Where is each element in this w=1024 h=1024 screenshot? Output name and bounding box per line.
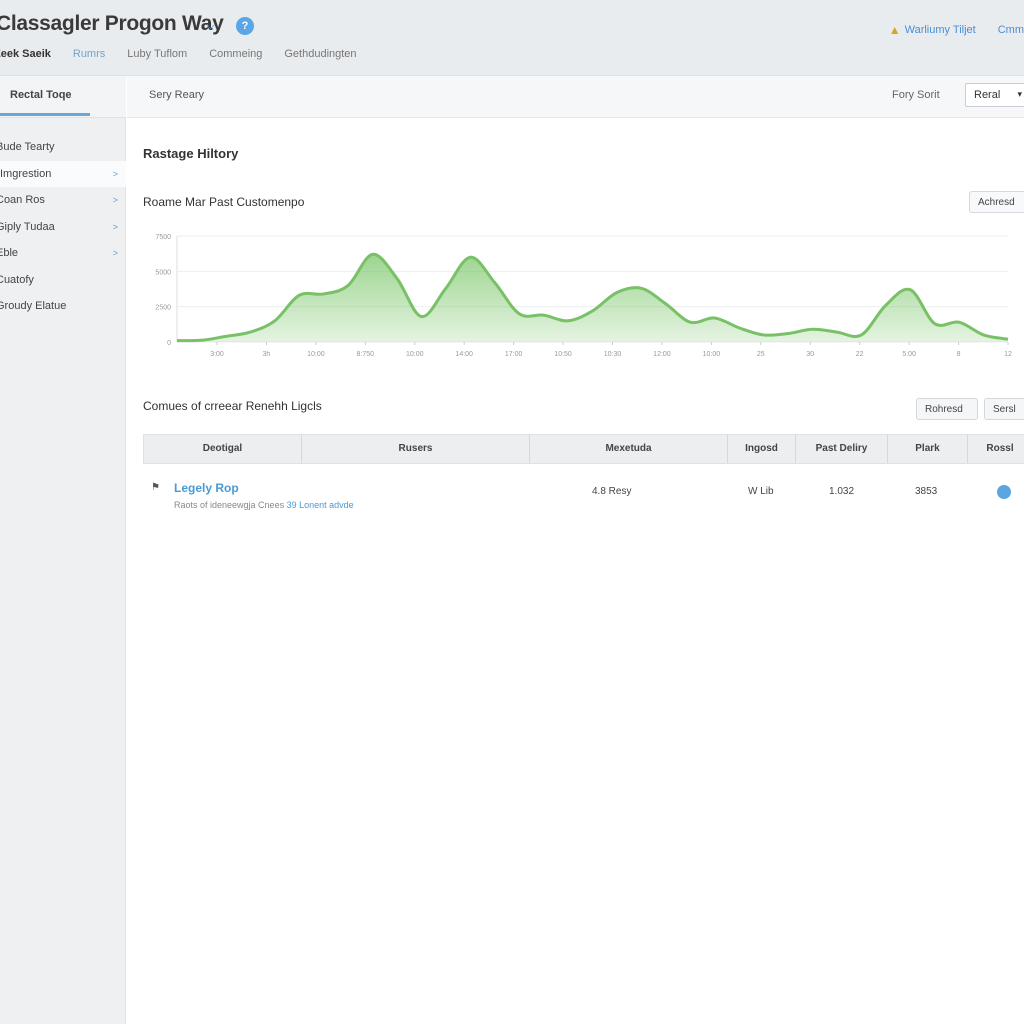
cell-plark: 3853	[915, 486, 938, 497]
y-tick-label: 0	[167, 340, 171, 347]
area-fill	[177, 254, 1008, 342]
sidebar-item[interactable]: Imgrestion >	[0, 160, 126, 187]
top-bar: Classagler Progon Way ⌵ ? Zeek Saeik Rum…	[0, 0, 1024, 76]
row-name-link[interactable]: Legely Rop	[174, 481, 239, 495]
column-header[interactable]: Ingosd	[728, 435, 796, 463]
app-title: Classagler Progon Way	[0, 12, 224, 35]
active-tab-indicator	[0, 113, 90, 116]
sort-select[interactable]: Reral ▾	[965, 83, 1024, 107]
sidebar-item-label: Coan Ros	[0, 194, 45, 206]
main-content: Rastage Hiltory Roame Mar Past Customenp…	[127, 118, 1024, 1024]
chart-svg: 0 2500 5000 7500 3:00 3h 10:00 8:750 10:00 14:00 1…	[155, 234, 1012, 358]
top-right-links: ▲ Warliumy Tiljet Cmm	[889, 23, 1024, 37]
column-header[interactable]: Rusers	[302, 435, 530, 463]
x-tick-label: 14:00	[455, 351, 473, 358]
column-header[interactable]: Plark	[888, 435, 968, 463]
x-tick-label: 10:30	[604, 351, 622, 358]
sort-label: Fory Sorit	[892, 89, 940, 101]
chevron-right-icon: >	[112, 168, 118, 179]
top-nav-item[interactable]: Commeing	[209, 48, 262, 60]
top-nav-item[interactable]: Rumrs	[73, 48, 105, 60]
x-tick-label: 3h	[263, 351, 271, 358]
x-tick-label: 25	[757, 351, 765, 358]
sidebar-item[interactable]: Cuatofy	[0, 267, 126, 294]
column-header[interactable]: Deotigal	[144, 435, 302, 463]
x-tick-label: 17:00	[505, 351, 523, 358]
column-header[interactable]: Past Deliry	[796, 435, 888, 463]
caret-down-icon: ▾	[1017, 89, 1022, 99]
sidebar-item-label: Groudy Elatue	[0, 300, 67, 312]
sort-select-value: Reral	[974, 89, 1001, 101]
y-tick-label: 2500	[155, 305, 171, 312]
cell-past-deliry: 1.032	[829, 486, 855, 497]
sidebar-item-label: Giply Tudaa	[0, 220, 55, 233]
chart-title: Roame Mar Past Customenpo	[143, 195, 305, 209]
sidebar-item[interactable]: Bude Tearty	[0, 134, 126, 161]
sub-header: Sery Reary Fory Sorit Reral ▾	[127, 76, 1024, 118]
sidebar-item[interactable]: Giply Tudaa >	[0, 214, 126, 241]
breadcrumb[interactable]: Sery Reary	[149, 89, 204, 101]
cell-ingosd: W Lib	[748, 486, 774, 497]
top-nav-item[interactable]: Luby Tuflom	[127, 48, 187, 60]
table-action-button[interactable]: Rohresd	[916, 398, 978, 420]
chart-action-button[interactable]: Achresd	[969, 191, 1024, 213]
help-icon[interactable]: ?	[236, 17, 254, 35]
sidebar-item[interactable]: Eble >	[0, 240, 126, 267]
top-right-link[interactable]: Warliumy Tiljet	[905, 24, 976, 36]
sidebar-item-label: Bude Tearty	[0, 141, 55, 153]
row-subtext-link[interactable]: 39 Lonent advde	[287, 500, 354, 510]
sidebar: Rectal Toqe Bude Tearty Imgrestion > Coan…	[0, 76, 126, 1024]
row-subtext-label: Raots of ideneewgja Cnees	[174, 500, 285, 510]
row-subtext: Raots of ideneewgja Cnees 39 Lonent advd…	[174, 500, 354, 510]
sidebar-tab-label: Rectal Toqe	[10, 89, 72, 101]
sidebar-list: Bude Tearty Imgrestion > Coan Ros > Giply …	[0, 134, 126, 320]
chevron-right-icon: >	[112, 195, 118, 205]
x-tick-label: 8	[957, 351, 961, 358]
chevron-right-icon: >	[112, 221, 118, 232]
table-header: Deotigal Rusers Mexetuda Ingosd Past Del…	[143, 434, 1024, 464]
table-title: Comues of crreear Renehh Ligcls	[143, 399, 322, 413]
y-tick-label: 7500	[155, 234, 171, 241]
warning-icon: ▲	[888, 23, 901, 37]
x-tick-label: 8:750	[357, 351, 375, 358]
flag-icon: ⚑	[151, 482, 160, 493]
x-tick-label: 10:00	[406, 351, 424, 358]
chevron-down-icon[interactable]: ⌵	[206, 18, 215, 33]
x-tick-label: 3:00	[210, 351, 224, 358]
sidebar-item[interactable]: Groudy Elatue	[0, 293, 126, 320]
status-dot-icon[interactable]	[997, 485, 1011, 499]
area-chart: 0 2500 5000 7500 3:00 3h 10:00 8:750 10:00 14:00 1…	[143, 226, 1013, 366]
x-tick-label: 30	[806, 351, 814, 358]
cell-mexetuda: 4.8 Resy	[592, 486, 632, 497]
chevron-right-icon: >	[112, 248, 118, 258]
sidebar-item-label: Imgrestion	[0, 167, 52, 180]
sidebar-item-label: Eble	[0, 247, 19, 259]
table-action-button[interactable]: Sersl	[984, 398, 1024, 420]
table-row[interactable]: ⚑ Legely Rop Raots of ideneewgja Cnees 3…	[143, 468, 1024, 516]
sidebar-item-label: Cuatofy	[0, 273, 34, 286]
top-nav-item[interactable]: Gethdudingten	[284, 48, 356, 60]
x-tick-label: 10:00	[703, 351, 721, 358]
x-tick-label: 10:00	[307, 351, 325, 358]
top-right-link[interactable]: Cmm	[998, 24, 1024, 36]
x-tick-label: 22	[856, 351, 864, 358]
column-header[interactable]: Rossl	[968, 435, 1024, 463]
sidebar-tab[interactable]: Rectal Toqe	[0, 76, 126, 118]
x-tick-label: 10:50	[554, 351, 572, 358]
x-tick-label: 12:00	[653, 351, 671, 358]
y-tick-label: 5000	[155, 269, 171, 276]
sidebar-item[interactable]: Coan Ros >	[0, 187, 126, 214]
top-nav-item[interactable]: Zeek Saeik	[0, 48, 51, 60]
section-title: Rastage Hiltory	[143, 146, 239, 161]
top-nav: Zeek Saeik Rumrs Luby Tuflom Commeing Ge…	[0, 48, 379, 60]
x-tick-label: 5:00	[902, 351, 916, 358]
x-tick-label: 12	[1004, 351, 1012, 358]
column-header[interactable]: Mexetuda	[530, 435, 728, 463]
